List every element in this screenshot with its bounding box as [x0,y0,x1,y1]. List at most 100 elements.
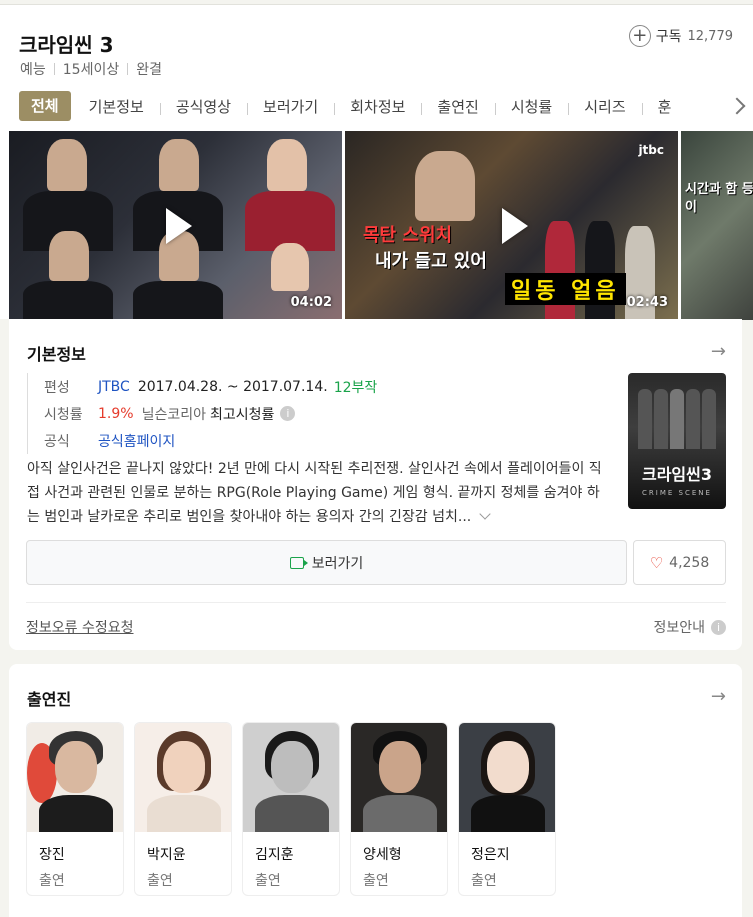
video-caption: 시간과 함 등이 [685,182,753,215]
cast-item[interactable]: 장진 출연 [26,722,124,896]
cast-name: 김지훈 [255,847,294,863]
poster-subtitle: CRIME SCENE [642,489,712,497]
info-label: 시청률 [44,406,83,423]
tab-more[interactable]: 훈 [641,96,688,117]
like-count: 4,258 [669,554,710,571]
network-link[interactable]: JTBC [98,379,130,395]
photo-face [487,741,529,793]
info-icon[interactable]: i [280,406,296,421]
video-thumbnail[interactable]: jtbc 목탄 스위치 내가 들고 있어 일동 얼음 02:43 [345,131,678,320]
subscribe-button[interactable]: + 구독 12,779 [628,25,734,47]
cast-role: 출연 [363,873,389,889]
video-caption: 일동 얼음 [505,273,626,305]
program-poster[interactable]: 크라임씬3 CRIME SCENE [628,373,726,509]
video-thumbnail[interactable]: 04:02 [9,131,342,320]
arrow-right-icon[interactable]: → [711,341,726,362]
cast-photo [459,723,555,832]
photo-body [147,795,221,832]
rating-source: 닐슨코리아 [141,406,206,423]
rating-value: 1.9% [98,405,134,422]
tab-series[interactable]: 시리즈 [568,96,641,117]
meta-age: 15세이상 [62,62,120,78]
arrow-right-icon[interactable]: → [711,686,726,707]
program-header-card: 크라임씬 3 + 구독 12,779 예능 15세이상 완결 전체 기본정보 공… [0,4,753,320]
cast-item[interactable]: 박지윤 출연 [134,722,232,896]
video-duration: 02:43 [626,295,668,310]
video-caption: 내가 들고 있어 [375,251,487,272]
report-error-link[interactable]: 정보오류 수정요청 [26,617,134,637]
person-figure [415,151,475,221]
person-figure [545,221,575,320]
info-label: 편성 [44,379,70,396]
meta-divider [53,63,55,75]
episode-count: 12부작 [333,379,378,396]
photo-face [55,741,97,793]
play-icon[interactable] [156,206,196,246]
video-caption: 목탄 스위치 [363,225,453,246]
cast-item[interactable]: 김지훈 출연 [242,722,340,896]
tab-bar: 전체 기본정보 공식영상 보러가기 회차정보 출연진 시청률 시리즈 훈 [19,91,744,121]
info-row-network: 편성 JTBC 2017.04.28. ~ 2017.07.14. 12부작 [44,373,377,400]
description-text: 아직 살인사건은 끝나지 않았다! 2년 만에 다시 시작된 추리전쟁. 살인사… [27,461,602,525]
play-icon[interactable] [492,206,532,246]
meta-divider [127,63,129,75]
program-description: 아직 살인사건은 끝나지 않았다! 2년 만에 다시 시작된 추리전쟁. 살인사… [27,457,607,529]
channel-logo: jtbc [638,143,664,157]
cast-name: 박지윤 [147,847,186,863]
cast-list: 장진 출연 박지윤 출연 김지훈 출연 양세형 출연 정은지 출연 [26,722,556,896]
subscribe-count: 12,779 [687,28,734,44]
cast-name: 장진 [39,847,65,863]
cast-name: 정은지 [471,847,510,863]
photo-face [271,741,313,793]
cast-item[interactable]: 양세형 출연 [350,722,448,896]
tab-official-video[interactable]: 공식영상 [159,96,247,117]
video-thumbnail[interactable]: 시간과 함 등이 [681,131,753,320]
cast-role: 출연 [39,873,65,889]
poster-figures [638,389,716,449]
program-title: 크라임씬 3 [19,33,114,57]
info-guide-label: 정보안내 [653,620,705,636]
tab-episodes[interactable]: 회차정보 [334,96,421,117]
photo-body [363,795,437,832]
broadcast-dates: 2017.04.28. ~ 2017.07.14. [137,378,328,395]
person-figure [47,139,87,191]
poster-figure [702,389,716,449]
meta-genre: 예능 [20,62,46,78]
cast-photo [351,723,447,832]
cast-role: 출연 [147,873,173,889]
subscribe-label: 구독 [655,29,682,45]
tab-watch[interactable]: 보러가기 [247,96,334,117]
cast-photo [243,723,339,832]
cast-role: 출연 [471,873,497,889]
like-button[interactable]: ♡ 4,258 [633,540,726,585]
person-figure [23,281,113,320]
tab-cast[interactable]: 출연진 [421,96,494,117]
chevron-down-icon[interactable] [479,508,491,520]
person-figure [271,243,309,291]
cast-photo [135,723,231,832]
official-homepage-link[interactable]: 공식홈페이지 [98,431,175,451]
tab-all[interactable]: 전체 [19,91,71,121]
cast-item[interactable]: 정은지 출연 [458,722,556,896]
poster-figure [686,389,700,449]
program-meta: 예능 15세이상 완결 [20,59,162,79]
info-rows: 편성 JTBC 2017.04.28. ~ 2017.07.14. 12부작 시… [27,373,377,454]
tab-basic-info[interactable]: 기본정보 [73,96,160,117]
info-row-official: 공식 공식홈페이지 [44,427,377,454]
cast-photo [27,723,123,832]
person-figure [245,191,335,251]
poster-title: 크라임씬3 [641,465,712,484]
info-icon: i [711,619,726,635]
section-title: 출연진 [27,690,72,709]
watch-button[interactable]: 보러가기 [26,540,627,585]
cast-role: 출연 [255,873,281,889]
photo-body [39,795,113,832]
heart-icon: ♡ [649,553,664,572]
cast-name: 양세형 [363,847,402,863]
info-guide-button[interactable]: 정보안내 i [653,617,726,637]
cast-card: 출연진 → 장진 출연 박지윤 출연 김지훈 출연 양세형 출연 정은지 출연 [9,664,742,917]
photo-body [471,795,545,832]
watch-button-label: 보러가기 [311,555,364,572]
person-figure [159,139,199,191]
tab-ratings[interactable]: 시청률 [494,96,568,117]
